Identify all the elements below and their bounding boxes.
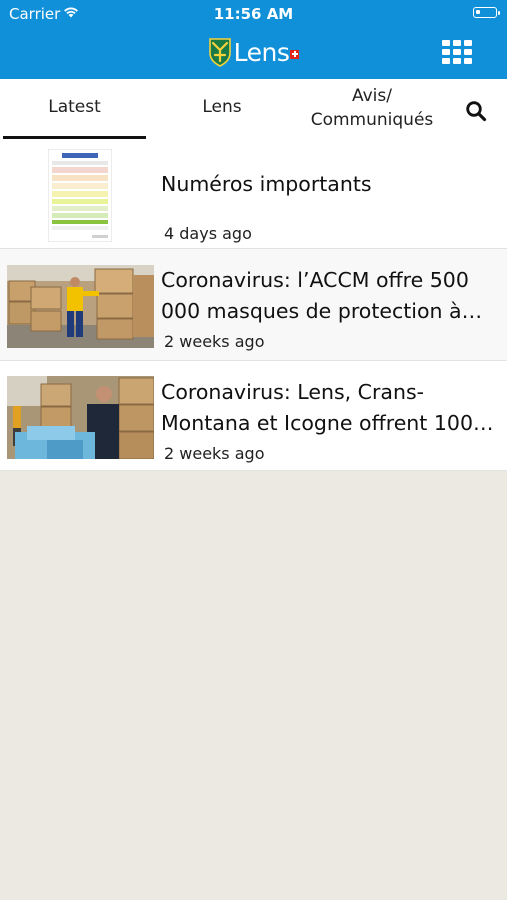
search-icon[interactable] [464,99,488,123]
article-item[interactable]: Numéros importants 4 days ago [0,141,507,249]
article-time: 2 weeks ago [164,332,265,351]
tab-lens[interactable]: Lens [160,97,284,117]
article-title: Coronavirus: l’ACCM offre 500 000 masque… [161,268,469,323]
battery-icon [473,7,500,18]
app-logo: Lens [0,34,507,70]
article-item[interactable]: Coronavirus: l’ACCM offre 500 000 masque… [0,249,507,361]
tab-avis-label: Avis/ Communiqués [310,86,434,130]
active-tab-indicator [3,136,146,139]
tab-avis-communiques[interactable]: Avis/ Communiqués [298,84,446,132]
article-list: Numéros importants 4 days ago Coronaviru… [0,141,507,471]
article-item[interactable]: Coronavirus: Lens, Crans-Montana et Icog… [0,361,507,471]
article-thumbnail [7,265,154,348]
article-thumbnail [48,149,112,242]
article-time: 2 weeks ago [164,444,265,463]
status-time: 11:56 AM [213,5,294,23]
tab-latest[interactable]: Latest [3,97,146,117]
article-thumbnail [7,376,154,459]
logo-text: Lens [233,37,290,67]
article-time: 4 days ago [164,224,252,243]
article-title: Numéros importants [161,172,372,196]
grid-menu-icon[interactable] [442,40,472,64]
top-bar: Carrier 11:56 AM Lens [0,0,507,79]
tab-bar: Latest Lens Avis/ Communiqués [0,79,507,141]
coat-of-arms-icon [208,38,231,67]
article-title: Coronavirus: Lens, Crans-Montana et Icog… [161,380,494,435]
status-bar: Carrier 11:56 AM [0,0,507,28]
swiss-flag-icon [290,49,300,59]
